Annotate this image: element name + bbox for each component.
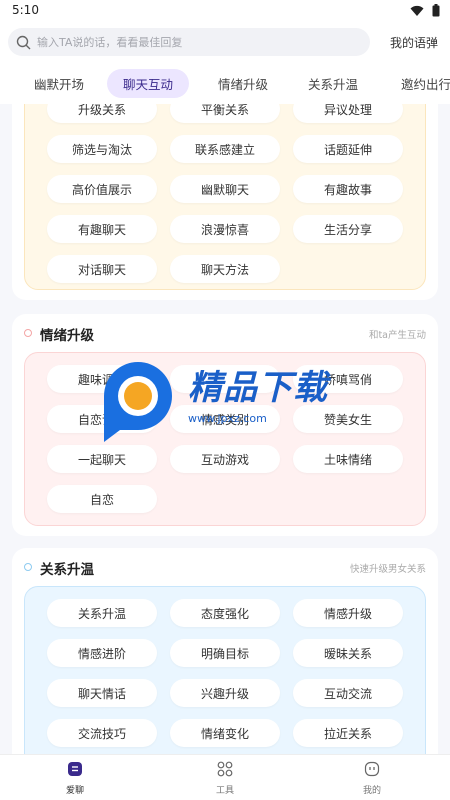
chip[interactable]: 浪漫惊喜 (170, 215, 280, 243)
chip[interactable]: 一起聊天 (47, 445, 157, 473)
section-subtitle: 和ta产生互动 (368, 330, 426, 341)
chip[interactable]: 拉近关系 (293, 719, 403, 747)
chip[interactable]: 有趣聊天 (47, 215, 157, 243)
section-header: 关系升温 快速升级男女关系 (22, 556, 428, 578)
chip[interactable]: 关系升温 (47, 599, 157, 627)
status-bar: 5:10 (0, 0, 450, 22)
chip[interactable]: 情感类别 (170, 405, 280, 433)
chip[interactable]: 自恋 (47, 485, 157, 513)
chip-panel-pink: 趣味调侃 娇嗔骂俏 自恋调侃 情感类别 赞美女生 一起聊天 互动游戏 土味情绪 … (24, 352, 426, 526)
chip-panel-yellow: 升级关系 平衡关系 异议处理 筛选与淘汰 联系感建立 话题延伸 高价值展示 幽默… (24, 104, 426, 290)
tab-relationship-warming[interactable]: 关系升温 (308, 74, 358, 93)
tab-emotion-upgrade[interactable]: 情绪升级 (218, 74, 268, 93)
chip[interactable]: 交流技巧 (47, 719, 157, 747)
chip[interactable]: 筛选与淘汰 (47, 135, 157, 163)
content-area[interactable]: 升级关系 平衡关系 异议处理 筛选与淘汰 联系感建立 话题延伸 高价值展示 幽默… (0, 104, 450, 754)
chip[interactable]: 暧昧关系 (293, 639, 403, 667)
section-relationship-warming: 关系升温 快速升级男女关系 关系升温 态度强化 情感升级 情感进阶 明确目标 暧… (12, 548, 438, 754)
nav-label: 工具 (215, 786, 234, 796)
nav-label: 爱聊 (65, 786, 84, 796)
status-time: 5:10 (12, 3, 39, 17)
chip[interactable]: 平衡关系 (170, 104, 280, 123)
chip[interactable]: 生活分享 (293, 215, 403, 243)
chip[interactable]: 聊天方法 (170, 255, 280, 283)
chip[interactable]: 赞美女生 (293, 405, 403, 433)
nav-label: 我的 (362, 786, 381, 796)
category-tabs: 幽默开场 聊天互动 情绪升级 关系升温 邀约出行 (0, 66, 450, 100)
chip[interactable]: 趣味调侃 (47, 365, 157, 393)
chip[interactable]: 态度强化 (170, 599, 280, 627)
chip[interactable]: 异议处理 (293, 104, 403, 123)
chat-icon (68, 762, 82, 776)
search-icon (16, 35, 31, 49)
chip[interactable]: 话题延伸 (293, 135, 403, 163)
nav-item-chat[interactable]: 爱聊 (45, 761, 105, 796)
chip[interactable]: 联系感建立 (170, 135, 280, 163)
section-subtitle: 快速升级男女关系 (349, 564, 426, 575)
section-dot-icon (24, 329, 32, 337)
section-title: 情绪升级 (40, 328, 94, 344)
chip[interactable]: 情感升级 (293, 599, 403, 627)
chip[interactable]: 自恋调侃 (47, 405, 157, 433)
chip[interactable]: 娇嗔骂俏 (293, 365, 403, 393)
grid-icon (217, 761, 233, 777)
chip[interactable]: 有趣故事 (293, 175, 403, 203)
search-box[interactable] (8, 28, 370, 56)
chip[interactable]: 情感进阶 (47, 639, 157, 667)
nav-item-tools[interactable]: 工具 (195, 761, 255, 796)
chip-panel-blue: 关系升温 态度强化 情感升级 情感进阶 明确目标 暧昧关系 聊天情话 兴趣升级 … (24, 586, 426, 754)
chip[interactable] (170, 365, 280, 393)
battery-icon (432, 4, 440, 17)
tab-humor-opening[interactable]: 幽默开场 (34, 74, 84, 93)
bottom-nav: 爱聊 工具 我的 (0, 754, 450, 800)
chip[interactable]: 升级关系 (47, 104, 157, 123)
wifi-icon (410, 5, 424, 16)
nav-item-mine[interactable]: 我的 (342, 761, 402, 796)
search-input[interactable] (37, 35, 357, 49)
chip[interactable]: 互动交流 (293, 679, 403, 707)
search-row: 我的语弹 (0, 26, 450, 58)
status-icons (410, 4, 440, 17)
chip[interactable]: 高价值展示 (47, 175, 157, 203)
chip[interactable]: 互动游戏 (170, 445, 280, 473)
chip[interactable]: 聊天情话 (47, 679, 157, 707)
chip[interactable]: 明确目标 (170, 639, 280, 667)
section-title: 关系升温 (40, 562, 94, 578)
section-header: 情绪升级 和ta产生互动 (22, 322, 428, 344)
section-emotion-upgrade: 情绪升级 和ta产生互动 趣味调侃 娇嗔骂俏 自恋调侃 情感类别 赞美女生 一起… (12, 314, 438, 536)
chip[interactable]: 兴趣升级 (170, 679, 280, 707)
section-chat-interaction: 升级关系 平衡关系 异议处理 筛选与淘汰 联系感建立 话题延伸 高价值展示 幽默… (12, 104, 438, 300)
chip[interactable]: 幽默聊天 (170, 175, 280, 203)
section-dot-icon (24, 563, 32, 571)
chip[interactable]: 对话聊天 (47, 255, 157, 283)
my-phrases-button[interactable]: 我的语弹 (390, 34, 438, 51)
chip[interactable]: 土味情绪 (293, 445, 403, 473)
profile-icon (364, 761, 380, 777)
tab-chat-interaction[interactable]: 聊天互动 (107, 69, 190, 98)
chip[interactable]: 情绪变化 (170, 719, 280, 747)
tab-invitation-outing[interactable]: 邀约出行 (401, 74, 450, 93)
